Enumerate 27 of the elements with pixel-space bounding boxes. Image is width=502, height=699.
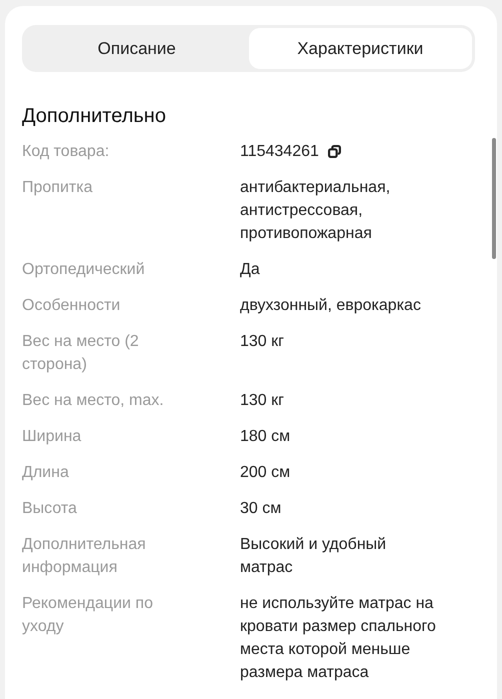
property-label: Особенности <box>22 296 122 316</box>
property-label: Ортопедический <box>22 260 146 280</box>
property-label: Дополнительная информация <box>22 535 147 578</box>
property-label: Вес на место, max. <box>22 391 165 411</box>
property-label: Код товара: <box>22 142 110 162</box>
property-label: Рекомендации по уходу <box>22 594 154 637</box>
property-value: 200 см <box>240 463 290 483</box>
property-value: двухзонный, еврокаркас <box>240 296 421 316</box>
property-value: 130 кг <box>240 332 284 352</box>
section-title: Дополнительно <box>22 104 167 129</box>
property-label: Высота <box>22 499 78 519</box>
scrollbar[interactable] <box>492 138 496 259</box>
tab[interactable]: Характеристики <box>248 28 472 69</box>
property-value: не используйте матрас на кровати размер спального места которой меньше размера матраса <box>240 594 436 683</box>
property-value: 30 см <box>240 499 282 519</box>
property-value: антибактериальная, антистрессовая, противопожарная <box>240 178 390 244</box>
property-value: 115434261 <box>240 142 319 162</box>
copy-icon[interactable] <box>328 145 341 158</box>
property-label: Пропитка <box>22 178 94 198</box>
property-label: Длина <box>22 463 70 483</box>
property-label: Ширина <box>22 427 82 447</box>
tab[interactable]: Описание <box>25 28 248 69</box>
property-value: Да <box>240 260 260 280</box>
property-value: 130 кг <box>240 391 284 411</box>
property-label: Вес на место (2 сторона) <box>22 332 140 375</box>
property-value: Высокий и удобный матрас <box>240 535 386 578</box>
property-value: 180 см <box>240 427 290 447</box>
